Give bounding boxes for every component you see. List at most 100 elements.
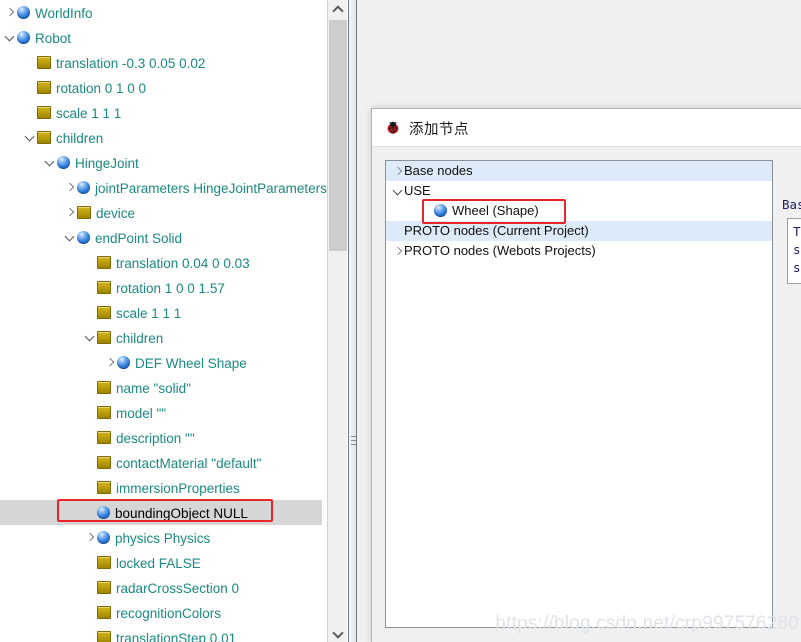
chevron-down-icon[interactable]	[64, 226, 77, 251]
tree-row-label: description ""	[116, 430, 195, 446]
field-box-icon	[37, 55, 51, 69]
tree-row[interactable]: radarCrossSection 0	[0, 575, 327, 600]
node-sphere-icon	[17, 5, 30, 19]
node-sphere-icon	[77, 230, 90, 244]
chevron-down-icon[interactable]	[44, 151, 57, 176]
node-sphere-icon	[57, 155, 70, 169]
chevron-down-icon	[332, 627, 344, 639]
tree-row[interactable]: recognitionColors	[0, 600, 327, 625]
tree-row[interactable]: children	[0, 125, 327, 150]
field-box-icon	[97, 405, 111, 419]
chevron-right-icon[interactable]	[392, 162, 404, 182]
tree-row[interactable]: rotation 0 1 0 0	[0, 75, 327, 100]
tree-row[interactable]: boundingObject NULL	[0, 500, 322, 525]
node-type-row[interactable]: PROTO nodes (Webots Projects)	[386, 241, 772, 261]
tree-row[interactable]: rotation 1 0 0 1.57	[0, 275, 327, 300]
tree-row[interactable]: WorldInfo	[0, 0, 327, 25]
tree-row[interactable]: translation 0.04 0 0.03	[0, 250, 327, 275]
chevron-right-icon[interactable]	[64, 201, 77, 226]
chevron-down-icon[interactable]	[24, 126, 37, 151]
tree-row-label: HingeJoint	[75, 155, 139, 171]
chevron-right-icon[interactable]	[392, 242, 404, 262]
chevron-right-icon[interactable]	[4, 1, 17, 26]
dialog-titlebar: 添加节点	[372, 109, 801, 147]
tree-row-label: jointParameters HingeJointParameters	[95, 180, 327, 196]
chevron-right-icon[interactable]	[64, 176, 77, 201]
node-type-label: USE	[404, 183, 431, 198]
tree-row[interactable]: model ""	[0, 400, 327, 425]
scene-tree-scrollbar[interactable]	[327, 0, 347, 642]
chevron-down-icon[interactable]	[84, 326, 97, 351]
chevron-up-icon	[332, 5, 344, 17]
tree-row[interactable]: HingeJoint	[0, 150, 327, 175]
tree-row[interactable]: contactMaterial "default"	[0, 450, 327, 475]
tree-row[interactable]: jointParameters HingeJointParameters	[0, 175, 327, 200]
node-type-row[interactable]: Wheel (Shape)	[386, 201, 772, 221]
scene-tree-rows: WorldInfo Robot translation -0.3 0.05 0.02…	[0, 0, 327, 642]
scrollbar-down-button[interactable]	[328, 624, 347, 642]
add-node-dialog[interactable]: 添加节点 Base nodes USE Wheel (Shape) PROTO nod…	[371, 108, 801, 642]
field-box-icon	[97, 255, 111, 269]
tree-row[interactable]: device	[0, 200, 327, 225]
tree-row-label: rotation 1 0 0 1.57	[116, 280, 225, 296]
node-info-panel: Base Th su se	[782, 160, 801, 628]
chevron-down-icon[interactable]	[4, 26, 17, 51]
tree-row[interactable]: translationStep 0.01	[0, 625, 327, 642]
tree-row[interactable]: name "solid"	[0, 375, 327, 400]
node-info-label: Base	[782, 197, 801, 212]
tree-row[interactable]: scale 1 1 1	[0, 100, 327, 125]
node-sphere-icon	[77, 180, 90, 194]
field-box-icon	[97, 555, 111, 569]
tree-row[interactable]: endPoint Solid	[0, 225, 327, 250]
dialog-body: Base nodes USE Wheel (Shape) PROTO nodes (C…	[372, 147, 801, 642]
field-box-icon	[97, 430, 111, 444]
field-box-icon	[97, 455, 111, 469]
panel-splitter[interactable]	[348, 0, 357, 642]
tree-row[interactable]: scale 1 1 1	[0, 300, 327, 325]
node-type-row[interactable]: USE	[386, 181, 772, 201]
chevron-right-icon[interactable]	[84, 526, 97, 551]
chevron-down-icon[interactable]	[392, 182, 404, 202]
tree-row-label: translation -0.3 0.05 0.02	[56, 55, 206, 71]
tree-row-label: children	[56, 130, 104, 146]
field-box-icon	[97, 380, 111, 394]
scrollbar-up-button[interactable]	[328, 0, 347, 18]
tree-row[interactable]: physics Physics	[0, 525, 327, 550]
scrollbar-thumb[interactable]	[329, 20, 347, 251]
node-type-tree-rows: Base nodes USE Wheel (Shape) PROTO nodes (C…	[386, 161, 772, 261]
node-type-label: PROTO nodes (Webots Projects)	[404, 243, 596, 258]
node-type-row[interactable]: Base nodes	[386, 161, 772, 181]
tree-row[interactable]: locked FALSE	[0, 550, 327, 575]
chevron-right-icon[interactable]	[104, 351, 117, 376]
node-type-row[interactable]: PROTO nodes (Current Project)	[386, 221, 772, 241]
splitter-grip-icon	[351, 436, 356, 447]
node-sphere-icon	[434, 204, 447, 218]
tree-row-label: translationStep 0.01	[116, 630, 237, 642]
tree-row-label: name "solid"	[116, 380, 191, 396]
app-root: WorldInfo Robot translation -0.3 0.05 0.02…	[0, 0, 801, 642]
node-sphere-icon	[97, 505, 110, 519]
node-description-line: se	[793, 260, 801, 275]
tree-row[interactable]: translation -0.3 0.05 0.02	[0, 50, 327, 75]
scene-tree-panel[interactable]: WorldInfo Robot translation -0.3 0.05 0.02…	[0, 0, 327, 642]
tree-row[interactable]: DEF Wheel Shape	[0, 350, 327, 375]
webots-ladybug-icon	[387, 121, 399, 134]
tree-row-label: children	[116, 330, 164, 346]
tree-row[interactable]: immersionProperties	[0, 475, 327, 500]
tree-row-label: endPoint Solid	[95, 230, 183, 246]
field-box-icon	[97, 580, 111, 594]
tree-row[interactable]: Robot	[0, 25, 327, 50]
tree-row[interactable]: description ""	[0, 425, 327, 450]
tree-row[interactable]: children	[0, 325, 327, 350]
field-box-icon	[77, 205, 91, 219]
tree-row-label: scale 1 1 1	[116, 305, 182, 321]
node-type-tree[interactable]: Base nodes USE Wheel (Shape) PROTO nodes (C…	[385, 160, 773, 628]
